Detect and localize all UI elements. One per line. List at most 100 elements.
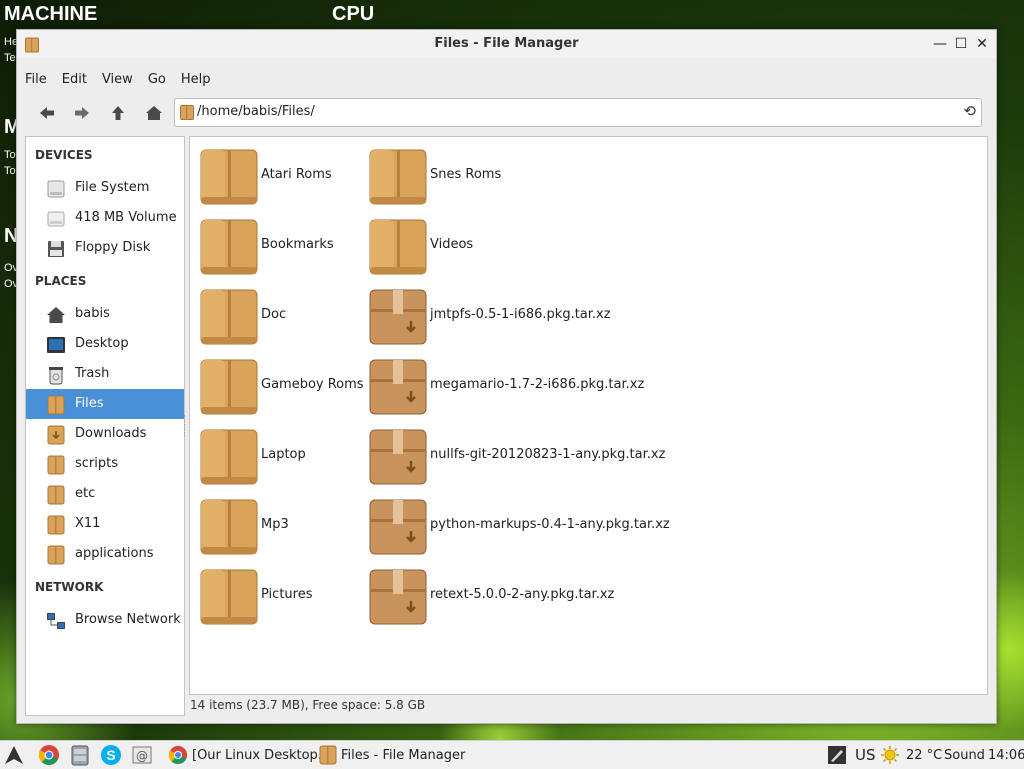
sidebar-item-trash[interactable]: Trash (26, 359, 184, 389)
sidebar-item-floppy-disk[interactable]: Floppy Disk (26, 233, 184, 263)
sidebar-item-x11[interactable]: X11 (26, 509, 184, 539)
close-button[interactable]: ✕ (972, 34, 992, 54)
file-item[interactable]: Mp3 (190, 493, 355, 555)
sidebar-item-files[interactable]: Files (26, 389, 184, 419)
sidebar-item-scripts[interactable]: scripts (26, 449, 184, 479)
home-icon (146, 106, 162, 120)
menu-help[interactable]: Help (173, 70, 218, 90)
file-icon-view: Atari Roms Bookmarks Doc Gameboy Roms Laptop… (189, 136, 988, 695)
file-item[interactable]: jmtpfs-0.5-1-i686.pkg.tar.xz (359, 283, 611, 345)
launcher-mail[interactable]: @ (131, 743, 153, 767)
network-icon (46, 611, 66, 631)
package-icon (367, 287, 429, 351)
conky-text: To (4, 165, 16, 177)
folder-icon (46, 515, 66, 535)
conky-text: To (4, 149, 16, 161)
tray-pen-icon-button[interactable] (827, 743, 847, 767)
file-name: Laptop (261, 447, 306, 462)
sidebar-item-label: Downloads (75, 426, 147, 441)
file-item[interactable]: Laptop (190, 423, 355, 485)
sidebar-item-downloads[interactable]: Downloads (26, 419, 184, 449)
package-icon (367, 567, 429, 631)
forward-button[interactable] (69, 101, 95, 125)
file-item[interactable]: Bookmarks (190, 213, 355, 275)
back-arrow-icon (40, 107, 54, 119)
menu-edit[interactable]: Edit (54, 70, 94, 90)
window-title: Files - File Manager (434, 36, 579, 51)
file-item[interactable]: Pictures (190, 563, 355, 625)
launcher-skype[interactable]: S (100, 743, 122, 767)
task-label: [Our Linux Desktop... (192, 747, 331, 763)
file-name: Snes Roms (430, 167, 502, 182)
sidebar-item-file-system[interactable]: File System (26, 173, 184, 203)
sidebar-item-418mb-volume[interactable]: 418 MB Volume (26, 203, 184, 233)
back-button[interactable] (34, 101, 60, 125)
file-item[interactable]: Doc (190, 283, 355, 345)
sidebar-item-label: File System (75, 180, 150, 195)
menu-file[interactable]: File (17, 70, 54, 90)
sidebar-item-babis[interactable]: babis (26, 299, 184, 329)
file-item[interactable]: Videos (359, 213, 524, 275)
weather-icon[interactable] (880, 743, 900, 767)
minimize-button[interactable]: — (930, 34, 950, 54)
downloads-folder-icon (46, 425, 66, 445)
app-menu-button[interactable] (4, 743, 24, 767)
network-section-label: NETWORK (35, 580, 104, 594)
file-name: Videos (430, 237, 474, 252)
conky-cpu-heading: CPU (332, 3, 375, 25)
file-name: Mp3 (261, 517, 289, 532)
task-file-manager-window[interactable]: Files - File Manager (319, 743, 465, 767)
sidebar-item-label: Trash (75, 366, 110, 381)
places-section-label: PLACES (35, 274, 87, 288)
folder-icon (367, 147, 429, 211)
file-name: Bookmarks (261, 237, 334, 252)
maximize-button[interactable]: ☐ (951, 34, 971, 54)
folder-icon (180, 105, 194, 124)
folder-icon (46, 395, 66, 415)
folder-icon (198, 427, 260, 491)
file-item[interactable]: nullfs-git-20120823-1-any.pkg.tar.xz (359, 423, 665, 485)
folder-icon (46, 485, 66, 505)
folder-icon (367, 217, 429, 281)
package-icon (367, 427, 429, 491)
folder-icon (198, 497, 260, 561)
location-bar[interactable]: /home/babis/Files/ ⟲ (174, 98, 982, 127)
file-name: Gameboy Roms (261, 377, 364, 392)
home-button[interactable] (141, 101, 167, 125)
sidebar-item-browse-network[interactable]: Browse Network (26, 605, 184, 635)
drive-icon (46, 209, 66, 229)
file-cabinet-icon (71, 745, 89, 766)
svg-text:@: @ (136, 749, 148, 763)
mail-icon: @ (132, 746, 152, 764)
file-item[interactable]: Atari Roms (190, 143, 355, 205)
sidebar-item-applications[interactable]: applications (26, 539, 184, 569)
reload-icon[interactable]: ⟲ (963, 102, 976, 120)
sidebar-item-desktop[interactable]: Desktop (26, 329, 184, 359)
file-name: python-markups-0.4-1-any.pkg.tar.xz (430, 517, 670, 532)
pane-resize-handle[interactable] (184, 415, 188, 437)
file-item[interactable]: megamario-1.7-2-i686.pkg.tar.xz (359, 353, 644, 415)
launcher-chrome[interactable] (38, 743, 60, 767)
title-bar[interactable]: Files - File Manager — ☐ ✕ (17, 30, 996, 58)
up-button[interactable] (105, 101, 131, 125)
conky-text: Te (4, 52, 16, 64)
menu-view[interactable]: View (94, 70, 140, 90)
temperature-readout[interactable]: 22 °C (906, 743, 942, 767)
menu-go[interactable]: Go (140, 70, 173, 90)
chrome-icon (38, 745, 59, 765)
clock[interactable]: 14:06 (988, 743, 1024, 767)
trash-icon (46, 365, 66, 385)
sidebar-item-label: Files (75, 396, 104, 411)
file-item[interactable]: Snes Roms (359, 143, 524, 205)
sound-indicator[interactable]: Sound (944, 743, 985, 767)
folder-icon (198, 357, 260, 421)
sidebar-item-etc[interactable]: etc (26, 479, 184, 509)
keyboard-layout-indicator[interactable]: US (855, 743, 876, 767)
file-item[interactable]: retext-5.0.0-2-any.pkg.tar.xz (359, 563, 614, 625)
launcher-file-cabinet[interactable] (69, 743, 91, 767)
folder-icon (198, 217, 260, 281)
file-item[interactable]: python-markups-0.4-1-any.pkg.tar.xz (359, 493, 670, 555)
location-path: /home/babis/Files/ (197, 104, 315, 119)
file-item[interactable]: Gameboy Roms (190, 353, 364, 415)
task-chrome-window[interactable]: [Our Linux Desktop... (168, 743, 330, 767)
